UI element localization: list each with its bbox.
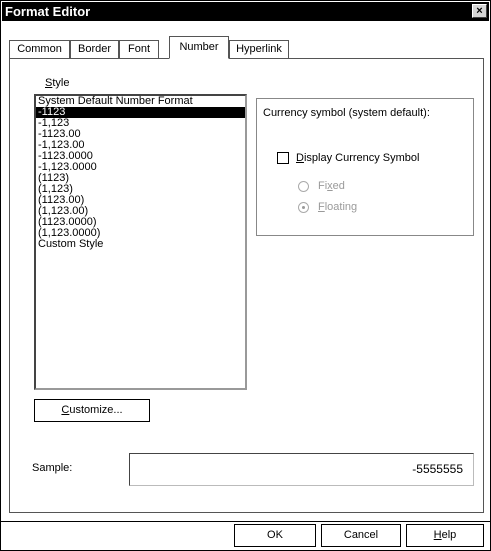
title-bar: Format Editor × [2,2,489,21]
list-item[interactable]: System Default Number Format [36,96,245,107]
help-text: elp [441,529,457,541]
tab-hyperlink[interactable]: Hyperlink [229,40,289,58]
tab-common[interactable]: Common [9,40,70,58]
fixed-label-post: ed [332,180,345,192]
help-mnemonic: H [433,529,442,541]
footer-divider [1,521,490,522]
style-listbox[interactable]: System Default Number Format -1123 -1,12… [34,94,247,390]
customize-text: ustomize... [69,404,123,416]
tab-font[interactable]: Font [119,40,159,58]
style-label: Style [45,77,69,89]
tab-font-label: Font [127,43,150,55]
floating-radio-label[interactable]: Floating [318,201,357,213]
style-label-text: tyle [52,77,70,89]
display-currency-text: isplay Currency Symbol [303,152,420,164]
tab-border-label: Border [77,43,112,55]
fixed-radio[interactable] [298,181,309,192]
display-currency-mnemonic: D [296,152,304,164]
list-item[interactable]: Custom Style [36,239,245,250]
tab-hyperlink-label: Hyperlink [236,43,282,55]
tab-number-label: Number [179,41,219,53]
cancel-button[interactable]: Cancel [321,524,401,547]
tab-common-label: Common [17,43,62,55]
close-button[interactable]: × [472,4,487,18]
floating-label-text: loating [324,201,358,213]
ok-button[interactable]: OK [234,524,316,547]
fixed-label-pre: Fi [318,180,328,192]
customize-button[interactable]: Customize... [34,399,150,422]
sample-preview: -5555555 [129,453,474,486]
tab-number[interactable]: Number [169,36,229,59]
close-icon: × [476,5,483,17]
sample-label: Sample: [32,462,73,474]
tab-border[interactable]: Border [70,40,119,58]
window-title: Format Editor [5,4,91,19]
floating-radio[interactable] [298,202,309,213]
format-editor-dialog: Format Editor × Common Border Font Numbe… [0,0,491,551]
display-currency-checkbox[interactable] [277,152,289,164]
floating-label-mnemonic: F [318,201,325,213]
fixed-radio-label[interactable]: Fixed [318,180,345,192]
help-button[interactable]: Help [406,524,484,547]
display-currency-label[interactable]: Display Currency Symbol [296,152,420,164]
currency-group-label: Currency symbol (system default): [263,107,430,119]
